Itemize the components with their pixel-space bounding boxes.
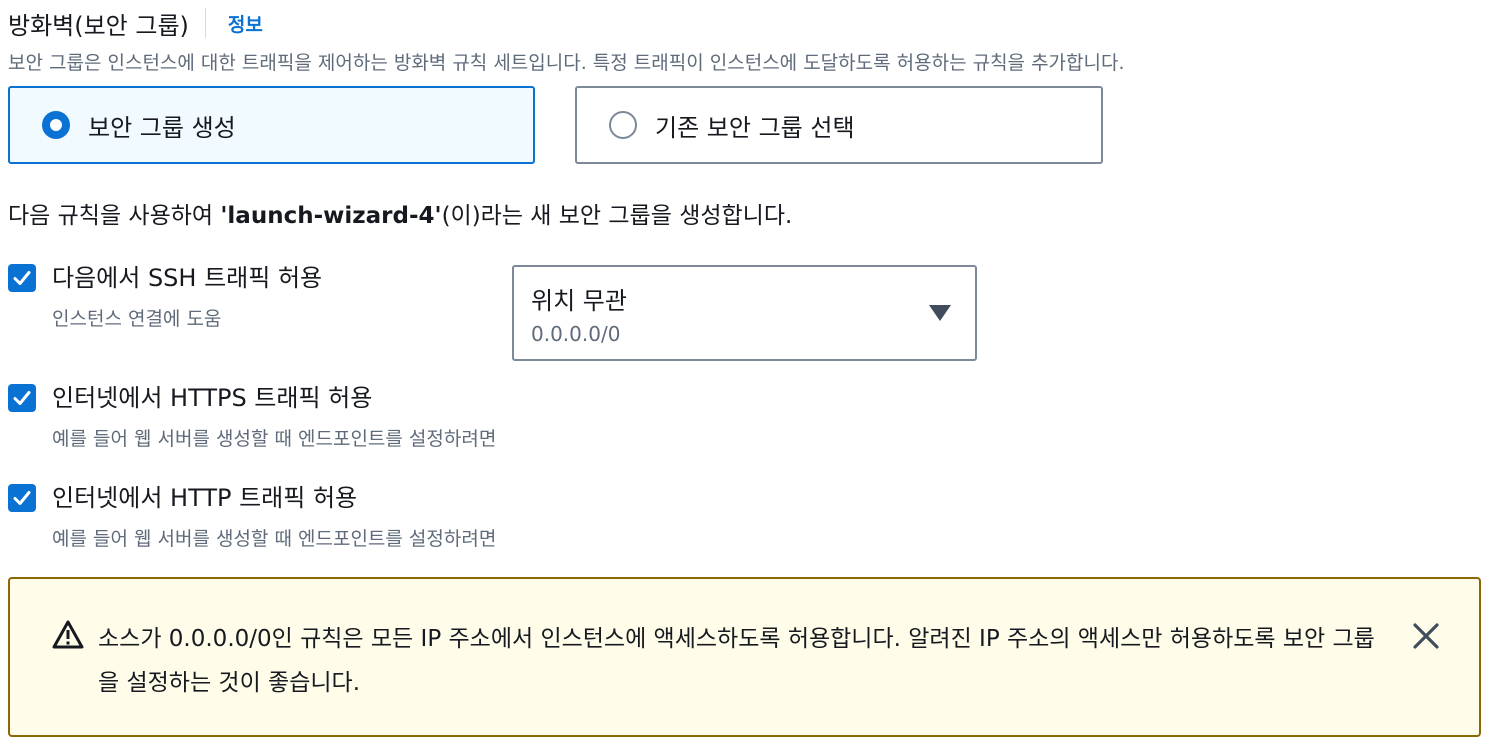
create-security-group-label: 보안 그룹 생성	[88, 113, 236, 142]
section-header: 방화벽(보안 그룹) 정보	[8, 6, 263, 40]
close-icon[interactable]	[1411, 621, 1441, 651]
section-description: 보안 그룹은 인스턴스에 대한 트래픽을 제어하는 방화벽 규칙 세트입니다. …	[8, 52, 1125, 74]
check-icon	[13, 391, 31, 405]
info-link[interactable]: 정보	[228, 10, 263, 37]
http-checkbox[interactable]	[8, 484, 36, 512]
select-existing-security-group-tile[interactable]: 기존 보안 그룹 선택	[575, 86, 1103, 164]
radio-button-selected[interactable]	[42, 111, 70, 139]
rule-ssh: 다음에서 SSH 트래픽 허용 인스턴스 연결에 도움	[8, 264, 322, 331]
summary-suffix: (이)라는 새 보안 그룹을 생성합니다.	[441, 203, 793, 229]
ssh-source-cidr: 0.0.0.0/0	[531, 322, 621, 346]
check-icon	[13, 271, 31, 285]
security-group-summary: 다음 규칙을 사용하여 'launch-wizard-4'(이)라는 새 보안 …	[8, 196, 792, 230]
ssh-rule-description: 인스턴스 연결에 도움	[52, 308, 222, 330]
ssh-source-select[interactable]: 위치 무관 0.0.0.0/0	[512, 265, 977, 361]
caret-down-icon	[929, 305, 951, 321]
https-rule-description: 예를 들어 웹 서버를 생성할 때 엔드포인트를 설정하려면	[52, 428, 497, 450]
select-existing-security-group-label: 기존 보안 그룹 선택	[655, 113, 855, 142]
summary-prefix: 다음 규칙을 사용하여	[8, 203, 221, 229]
http-rule-description: 예를 들어 웹 서버를 생성할 때 엔드포인트를 설정하려면	[52, 528, 497, 550]
warning-message: 소스가 0.0.0.0/0인 규칙은 모든 IP 주소에서 인스턴스에 액세스하…	[98, 626, 1375, 696]
section-title: 방화벽(보안 그룹)	[8, 11, 189, 40]
security-group-name: 'launch-wizard-4'	[220, 203, 442, 229]
ssh-checkbox[interactable]	[8, 264, 36, 292]
header-divider	[204, 8, 206, 38]
warning-alert: 소스가 0.0.0.0/0인 규칙은 모든 IP 주소에서 인스턴스에 액세스하…	[8, 577, 1481, 737]
radio-button[interactable]	[609, 111, 637, 139]
warning-icon	[52, 620, 84, 649]
create-security-group-tile[interactable]: 보안 그룹 생성	[8, 86, 535, 164]
check-icon	[13, 491, 31, 505]
ssh-rule-label: 다음에서 SSH 트래픽 허용	[52, 264, 323, 292]
https-checkbox[interactable]	[8, 384, 36, 412]
ssh-source-value: 위치 무관	[531, 287, 627, 315]
http-rule-label: 인터넷에서 HTTP 트래픽 허용	[52, 484, 358, 512]
rule-https: 인터넷에서 HTTPS 트래픽 허용 예를 들어 웹 서버를 생성할 때 엔드포…	[8, 384, 496, 451]
rule-http: 인터넷에서 HTTP 트래픽 허용 예를 들어 웹 서버를 생성할 때 엔드포인…	[8, 484, 496, 551]
https-rule-label: 인터넷에서 HTTPS 트래픽 허용	[52, 384, 373, 412]
